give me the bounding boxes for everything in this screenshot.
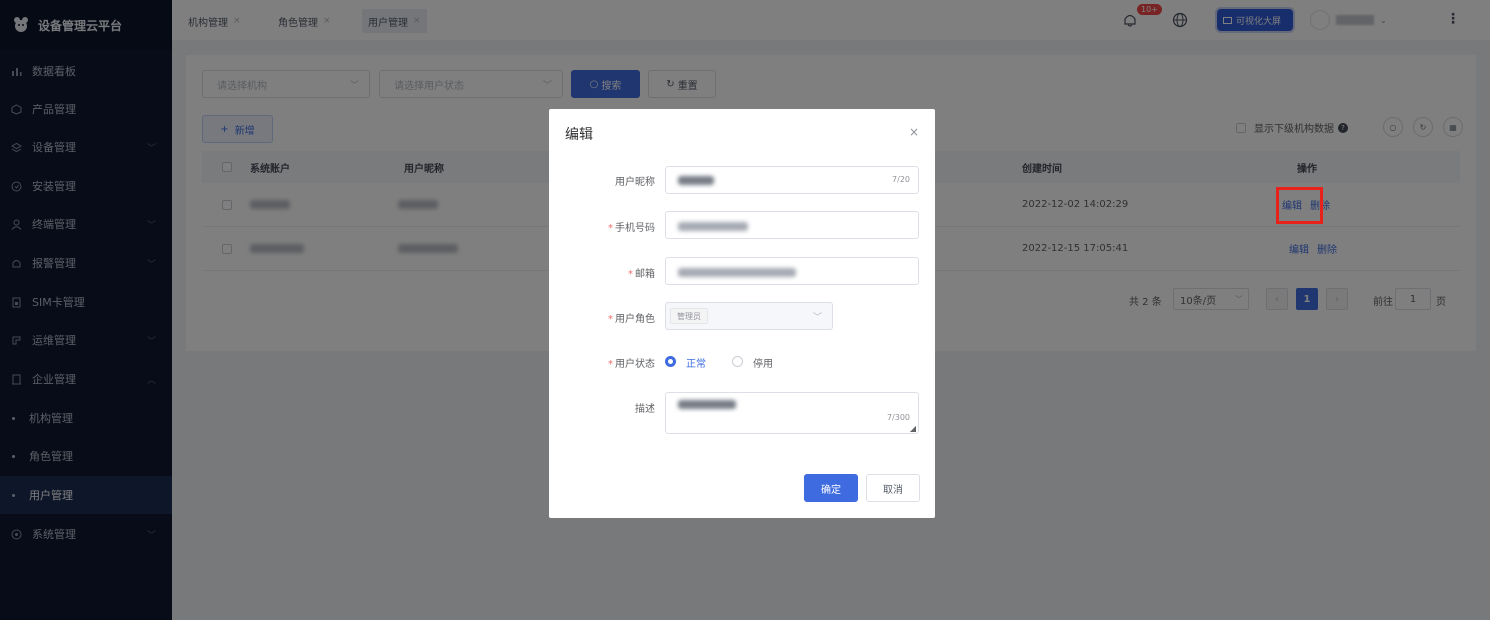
dialog-title: 编辑 xyxy=(565,127,593,143)
label-text: 用户昵称 xyxy=(615,177,655,188)
label-text: 手机号码 xyxy=(615,223,655,234)
nickname-value-redacted xyxy=(678,176,714,185)
status-disabled-radio[interactable] xyxy=(732,356,743,367)
status-normal-radio[interactable] xyxy=(665,356,676,367)
close-icon[interactable]: × xyxy=(909,125,919,139)
status-label: * 用户状态 xyxy=(608,359,655,370)
phone-value-redacted xyxy=(678,222,748,231)
email-input[interactable] xyxy=(665,257,919,285)
role-label: * 用户角色 xyxy=(608,314,655,325)
phone-input[interactable] xyxy=(665,211,919,239)
status-normal-label[interactable]: 正常 xyxy=(686,355,706,370)
email-label: * 邮箱 xyxy=(628,269,655,280)
label-text: 描述 xyxy=(635,404,655,415)
desc-value-redacted xyxy=(678,400,736,409)
highlight-box xyxy=(1276,187,1323,224)
chevron-down-icon: ﹀ xyxy=(812,313,822,323)
cancel-button[interactable]: 取消 xyxy=(866,474,920,502)
confirm-button[interactable]: 确定 xyxy=(804,474,858,502)
label-text: 用户状态 xyxy=(615,359,655,370)
label-text: 邮箱 xyxy=(635,269,655,280)
label-text: 用户角色 xyxy=(615,314,655,325)
role-tag: 管理员 xyxy=(670,308,708,324)
resize-handle-icon[interactable]: ◢ xyxy=(910,424,916,433)
role-select[interactable]: 管理员 ﹀ xyxy=(665,302,833,330)
desc-label: 描述 xyxy=(563,400,655,415)
phone-label: * 手机号码 xyxy=(608,223,655,234)
nickname-label: 用户昵称 xyxy=(563,173,655,188)
status-disabled-label[interactable]: 停用 xyxy=(753,355,773,370)
edit-user-dialog: 编辑 × 用户昵称 7/20 * 手机号码 * 邮箱 * 用户角色 管理员 ﹀ * 用户… xyxy=(549,109,935,518)
nickname-count: 7/20 xyxy=(892,175,910,184)
description-textarea[interactable]: 7/300 ◢ xyxy=(665,392,919,434)
desc-count: 7/300 xyxy=(886,413,910,422)
email-value-redacted xyxy=(678,268,796,277)
nickname-input[interactable]: 7/20 xyxy=(665,166,919,194)
